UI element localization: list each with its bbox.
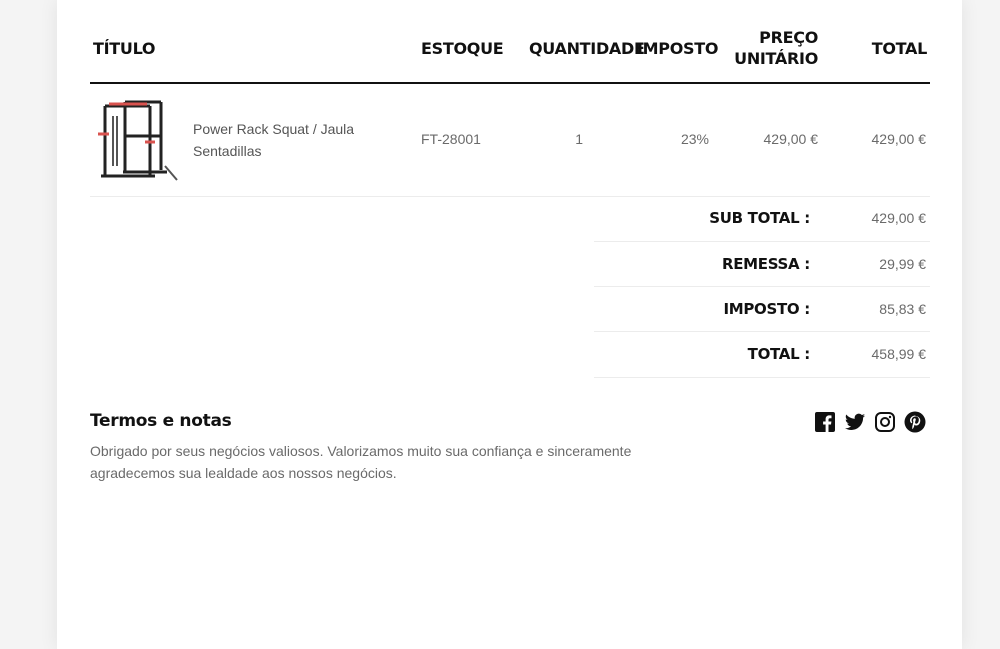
product-unit-price: 429,00 € <box>763 131 819 147</box>
shipping-label: REMESSA : <box>721 255 810 273</box>
header-title: TÍTULO <box>93 39 156 58</box>
instagram-icon[interactable] <box>874 411 896 433</box>
total-value: 458,99 € <box>871 346 927 362</box>
notes-heading: Termos e notas <box>90 411 232 431</box>
product-name: Power Rack Squat / Jaula Sentadillas <box>193 118 354 162</box>
subtotal-label: SUB TOTAL : <box>709 209 810 227</box>
tax-value: 85,83 € <box>879 301 926 317</box>
power-rack-image <box>95 96 181 184</box>
header-quantity: QUANTIDADE <box>529 39 645 58</box>
row-divider <box>90 196 930 197</box>
product-total: 429,00 € <box>871 131 927 147</box>
social-icons <box>814 411 926 433</box>
tax-label: IMPOSTO : <box>723 300 810 318</box>
product-name-line2: Sentadillas <box>193 143 262 159</box>
product-quantity: 1 <box>575 131 583 147</box>
summary-divider <box>594 331 930 332</box>
header-unit-price-line2: UNITÁRIO <box>734 49 818 68</box>
product-sku: FT-28001 <box>421 131 481 147</box>
notes-text: Obrigado por seus negócios valiosos. Val… <box>90 440 631 484</box>
header-unit-price: PREÇO UNITÁRIO <box>717 27 818 69</box>
summary-divider <box>594 377 930 378</box>
header-total: TOTAL <box>871 39 928 58</box>
pinterest-icon[interactable] <box>904 411 926 433</box>
notes-line1: Obrigado por seus negócios valiosos. Val… <box>90 443 632 459</box>
invoice-sheet: TÍTULO ESTOQUE QUANTIDADE IMPOSTO PREÇO … <box>57 0 962 649</box>
header-divider <box>90 82 930 84</box>
header-tax: IMPOSTO <box>637 39 719 58</box>
product-name-line1: Power Rack Squat / Jaula <box>193 121 355 137</box>
subtotal-value: 429,00 € <box>871 210 927 226</box>
twitter-icon[interactable] <box>844 411 866 433</box>
summary-divider <box>594 286 930 287</box>
product-tax: 23% <box>680 131 709 147</box>
notes-line2: agradecemos sua lealdade aos nossos negó… <box>90 465 397 481</box>
shipping-value: 29,99 € <box>879 256 926 272</box>
facebook-icon[interactable] <box>814 411 836 433</box>
header-stock: ESTOQUE <box>421 39 504 58</box>
header-unit-price-line1: PREÇO <box>759 28 818 47</box>
summary-divider <box>594 241 930 242</box>
total-label: TOTAL : <box>747 345 811 363</box>
